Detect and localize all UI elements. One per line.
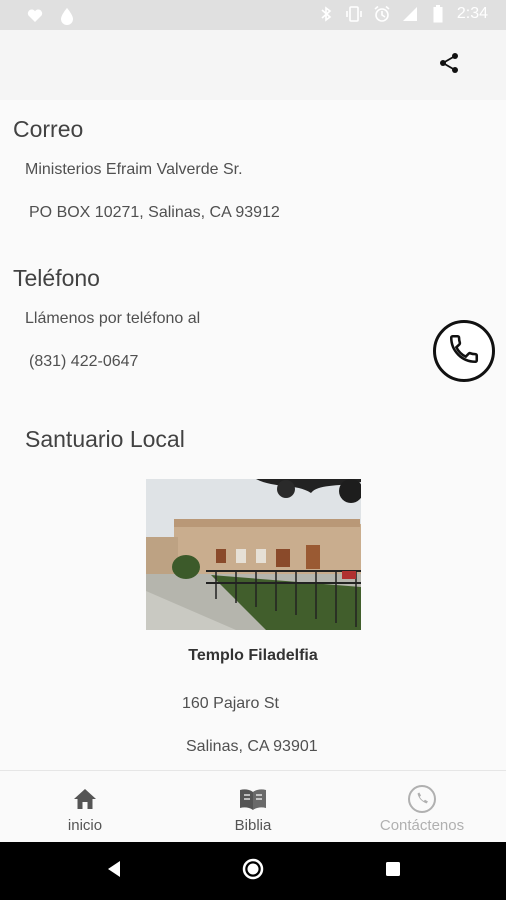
status-time: 2:34 — [456, 5, 488, 22]
battery-icon — [429, 5, 447, 23]
share-icon — [437, 51, 461, 80]
system-navigation-bar — [0, 842, 506, 900]
drop-icon — [58, 7, 76, 25]
book-icon — [238, 785, 268, 813]
sanctuary-address-2: Salinas, CA 93901 — [186, 738, 318, 755]
back-button[interactable] — [99, 856, 129, 886]
home-button[interactable] — [238, 856, 268, 886]
nav-item-inicio[interactable]: inicio — [44, 771, 126, 843]
mail-title: Correo — [13, 116, 84, 142]
sanctuary-address-1: 160 Pajaro St — [182, 695, 279, 712]
circle-icon — [241, 857, 265, 886]
nav-item-contactenos[interactable]: Contáctenos — [362, 771, 482, 843]
phone-line-1: Llámenos por teléfono al — [25, 310, 201, 327]
sanctuary-photo — [146, 479, 361, 630]
app-bar — [0, 30, 506, 100]
signal-icon — [401, 5, 419, 23]
bottom-navigation: inicio Biblia Contáctenos — [0, 770, 506, 842]
sanctuary-title: Santuario Local — [25, 426, 185, 452]
alarm-icon — [373, 5, 391, 23]
phone-title: Teléfono — [13, 265, 100, 291]
contact-content: Correo Ministerios Efraim Valverde Sr. P… — [0, 100, 506, 770]
phone-icon — [407, 785, 437, 813]
nav-label-biblia: Biblia — [234, 817, 272, 834]
nav-item-biblia[interactable]: Biblia — [212, 771, 294, 843]
home-icon — [72, 785, 98, 813]
mail-line-1: Ministerios Efraim Valverde Sr. — [25, 161, 243, 178]
status-bar: 2:34 — [0, 0, 506, 30]
back-icon — [105, 860, 123, 883]
photo-caption: Templo Filadelfia — [188, 647, 318, 664]
phone-icon — [447, 332, 481, 371]
nav-label-contactenos: Contáctenos — [379, 817, 465, 834]
bluetooth-icon — [317, 5, 335, 23]
square-icon — [384, 860, 402, 883]
phone-number[interactable]: (831) 422-0647 — [29, 353, 138, 371]
screen: 2:34 Correo Ministerios Efraim Valverde … — [0, 0, 506, 900]
share-button[interactable] — [434, 50, 464, 80]
heart-icon — [26, 7, 44, 25]
call-button[interactable] — [433, 320, 495, 382]
nav-label-inicio: inicio — [67, 817, 103, 834]
vibrate-icon — [345, 5, 363, 23]
mail-line-2: PO BOX 10271, Salinas, CA 93912 — [29, 204, 280, 221]
recents-button[interactable] — [378, 856, 408, 886]
